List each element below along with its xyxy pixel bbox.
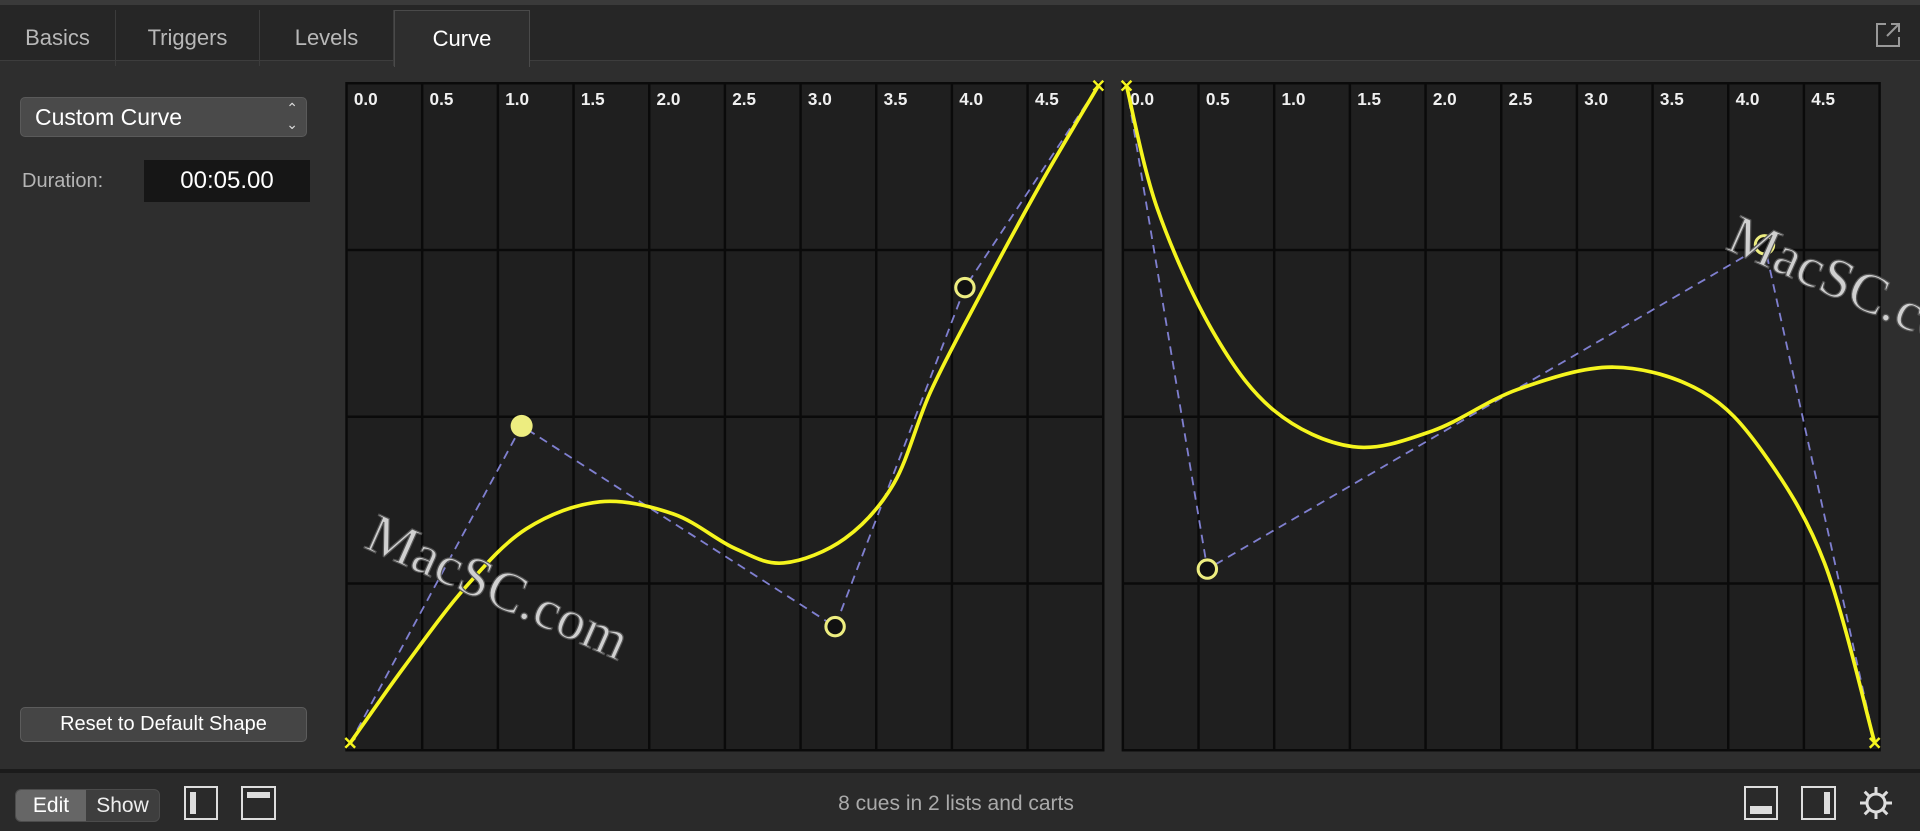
tick-label: 1.0 [1282, 89, 1306, 109]
tick-label: 0.5 [430, 89, 454, 109]
tick-label: 2.5 [732, 89, 756, 109]
status-text: 8 cues in 2 lists and carts [838, 792, 1074, 815]
tick-label: 4.0 [959, 89, 983, 109]
control-point[interactable] [954, 276, 976, 299]
tick-label: 2.5 [1509, 89, 1533, 109]
tick-label: 0.0 [354, 89, 378, 109]
control-point[interactable] [824, 615, 846, 638]
tick-label: 4.0 [1736, 89, 1760, 109]
tick-label: 4.5 [1811, 89, 1835, 109]
tick-label: 1.5 [581, 89, 605, 109]
bottom-panel-icon[interactable] [1744, 786, 1778, 820]
tick-label: 3.0 [808, 89, 832, 109]
tick-label: 3.5 [884, 89, 908, 109]
tick-label: 0.5 [1206, 89, 1230, 109]
tick-label: 3.0 [1584, 89, 1608, 109]
control-point[interactable] [1196, 558, 1219, 580]
tick-label: 1.0 [505, 89, 529, 109]
tick-label: 2.0 [657, 89, 681, 109]
fade-in-curve-graph[interactable]: 0.0 0.5 1.0 1.5 2.0 2.5 3.0 3.5 4.0 4.5 [344, 79, 1105, 752]
tick-label: 4.5 [1035, 89, 1059, 109]
tick-label: 0.0 [1130, 89, 1154, 109]
curve-graphs[interactable]: 0.0 0.5 1.0 1.5 2.0 2.5 3.0 3.5 4.0 4.5 0.0 0.5 1.0… [0, 0, 1920, 831]
gear-icon[interactable] [1858, 785, 1894, 821]
fade-out-curve-graph[interactable]: 0.0 0.5 1.0 1.5 2.0 2.5 3.0 3.5 4.0 4.5 [1120, 79, 1881, 752]
right-sidebar-icon[interactable] [1801, 786, 1836, 820]
tick-label: 3.5 [1660, 89, 1684, 109]
control-point[interactable] [510, 414, 533, 437]
tick-label: 1.5 [1357, 89, 1381, 109]
tick-label: 2.0 [1433, 89, 1457, 109]
